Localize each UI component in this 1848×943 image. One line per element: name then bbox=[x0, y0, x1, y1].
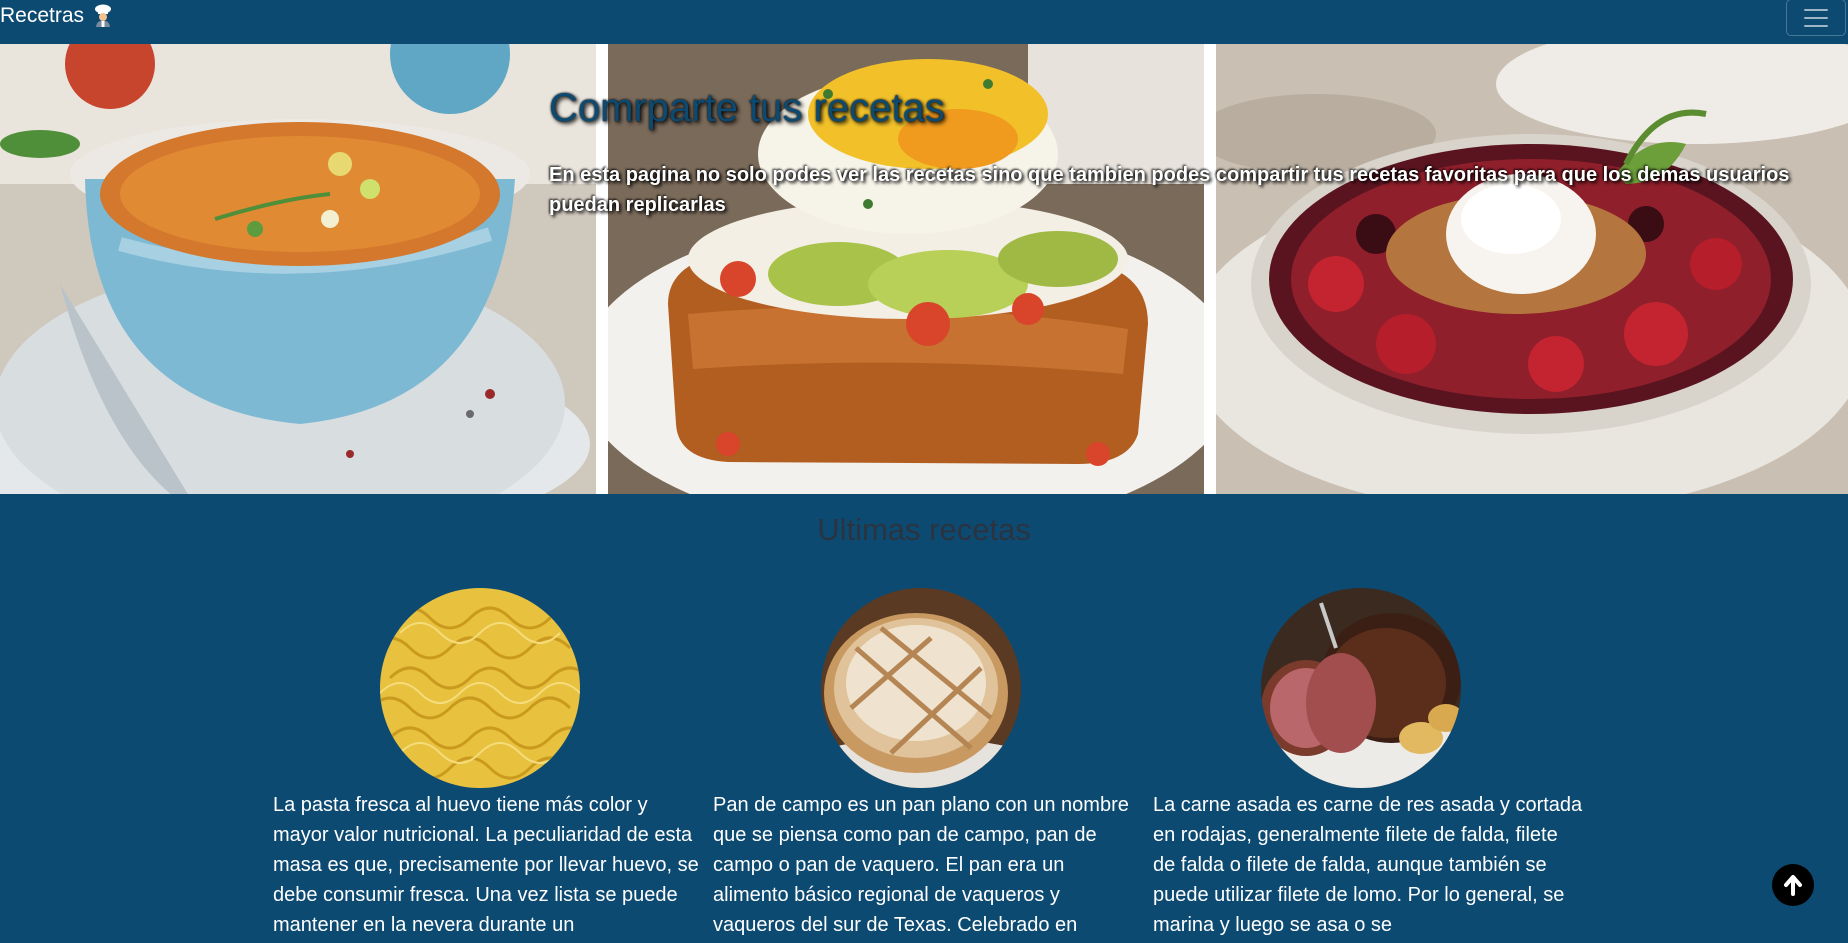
chef-icon bbox=[92, 4, 114, 28]
arrow-up-icon bbox=[1784, 875, 1802, 896]
hero-subtitle: En esta pagina no solo podes ver las rec… bbox=[549, 164, 1790, 216]
navbar: Recetras bbox=[0, 0, 1848, 44]
navbar-toggler-button[interactable] bbox=[1786, 0, 1846, 36]
hero-banner: Comrparte tus recetas En esta pagina no … bbox=[0, 44, 1848, 494]
hero-caption: Comrparte tus recetas En esta pagina no … bbox=[549, 84, 1799, 220]
pasta-image[interactable] bbox=[380, 588, 580, 788]
recipe-description: La carne asada es carne de res asada y c… bbox=[1153, 794, 1583, 936]
recipe-card[interactable]: La pasta fresca al huevo tiene más color… bbox=[273, 588, 703, 940]
recipe-description: Pan de campo es un pan plano con un nomb… bbox=[713, 794, 1129, 936]
hamburger-menu-icon bbox=[1804, 8, 1828, 11]
latest-recipes-title: Ultimas recetas bbox=[817, 512, 1031, 547]
bread-image[interactable] bbox=[821, 588, 1021, 788]
back-to-top-button[interactable] bbox=[1772, 864, 1814, 906]
roast-beef-image[interactable] bbox=[1261, 588, 1461, 788]
brand-link[interactable]: Recetras bbox=[0, 4, 114, 28]
brand-name: Recetras bbox=[0, 4, 85, 27]
recipe-card[interactable]: La carne asada es carne de res asada y c… bbox=[1153, 588, 1583, 940]
hero-title: Comrparte tus recetas bbox=[549, 86, 945, 130]
soup-bowl-image bbox=[0, 44, 596, 494]
recipe-card[interactable]: Pan de campo es un pan plano con un nomb… bbox=[713, 588, 1143, 940]
recipe-description: La pasta fresca al huevo tiene más color… bbox=[273, 794, 699, 936]
